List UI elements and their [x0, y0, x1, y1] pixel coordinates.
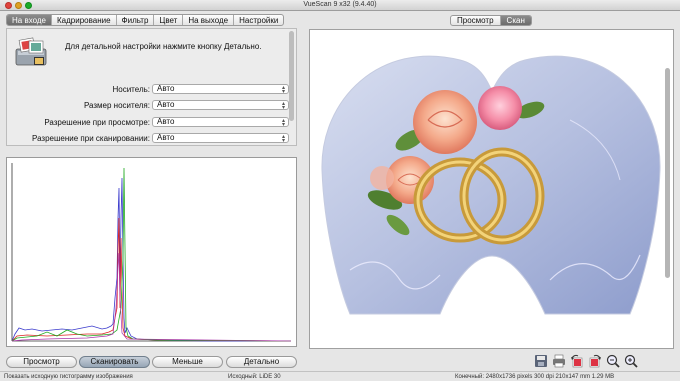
scanned-image [321, 55, 661, 315]
info-text: Для детальной настройки нажмите кнопку Д… [65, 42, 262, 51]
preview-resolution-select[interactable]: Авто ▴ ▾ [152, 117, 289, 128]
histogram-green-curve [11, 167, 292, 342]
title-bar: VueScan 9 x32 (9.4.40) [0, 0, 680, 11]
status-right: Конечный: 2480x1736 pixels 300 dpi 210x1… [455, 374, 615, 380]
media-size-select[interactable]: Авто ▴ ▾ [152, 100, 289, 111]
rotate-right-icon[interactable] [588, 354, 602, 368]
scanner-photos-icon [15, 37, 47, 66]
select-arrows-icon: ▴ ▾ [281, 134, 285, 144]
scan-button[interactable]: Сканировать [79, 356, 150, 368]
settings-tabs: На входе Кадрирование Фильтр Цвет На вых… [6, 14, 285, 26]
histogram-graph [11, 163, 292, 342]
status-bar: Показать исходную гистограмму изображени… [0, 371, 680, 381]
less-button[interactable]: Меньше [152, 356, 223, 368]
more-button[interactable]: Детально [226, 356, 297, 368]
settings-scrollbar[interactable] [289, 31, 294, 121]
rotate-left-icon[interactable] [570, 354, 584, 368]
window-title: VueScan 9 x32 (9.4.40) [303, 1, 377, 8]
status-left: Показать исходную гистограмму изображени… [4, 374, 133, 380]
histogram-magenta-curve [11, 252, 292, 342]
select-arrows-icon: ▴ ▾ [281, 85, 285, 95]
tab-prefs[interactable]: Настройки [234, 15, 283, 25]
zoom-out-icon[interactable] [606, 354, 620, 368]
tab-output[interactable]: На выходе [183, 15, 235, 25]
histogram-red-curve [11, 217, 292, 342]
tab-crop[interactable]: Кадрирование [52, 15, 117, 25]
save-icon[interactable] [534, 354, 548, 368]
preview-resolution-label: Разрешение при просмотре: [44, 118, 150, 127]
scan-resolution-select-value: Авто [157, 133, 175, 142]
scan-preview-area[interactable] [309, 29, 674, 349]
histogram-blue-curve [11, 177, 291, 342]
tab-filter[interactable]: Фильтр [117, 15, 155, 25]
select-arrows-icon: ▴ ▾ [281, 118, 285, 128]
select-arrows-icon: ▴ ▾ [281, 101, 285, 111]
media-size-label: Размер носителя: [83, 101, 150, 110]
tab-color[interactable]: Цвет [154, 15, 184, 25]
media-size-select-value: Авто [157, 100, 175, 109]
media-label: Носитель: [112, 85, 150, 94]
zoom-in-icon[interactable] [624, 354, 638, 368]
settings-panel: Для детальной настройки нажмите кнопку Д… [6, 28, 297, 146]
preview-resolution-select-value: Авто [157, 117, 175, 126]
view-tabs: Просмотр Скан [450, 15, 532, 26]
media-select-value: Авто [157, 84, 175, 93]
preview-button[interactable]: Просмотр [6, 356, 77, 368]
status-middle: Исходный: LiDE 30 [228, 374, 281, 380]
rose-1 [413, 90, 477, 154]
media-select[interactable]: Авто ▴ ▾ [152, 84, 289, 95]
histogram [6, 157, 297, 347]
print-icon[interactable] [552, 354, 566, 368]
tab-preview[interactable]: Просмотр [451, 16, 501, 25]
tab-input[interactable]: На входе [7, 15, 52, 25]
tab-scan[interactable]: Скан [500, 16, 531, 25]
scan-resolution-select[interactable]: Авто ▴ ▾ [152, 133, 289, 144]
scan-resolution-label: Разрешение при сканировании: [32, 134, 150, 143]
rose-2 [478, 86, 522, 130]
preview-scrollbar[interactable] [665, 68, 670, 278]
